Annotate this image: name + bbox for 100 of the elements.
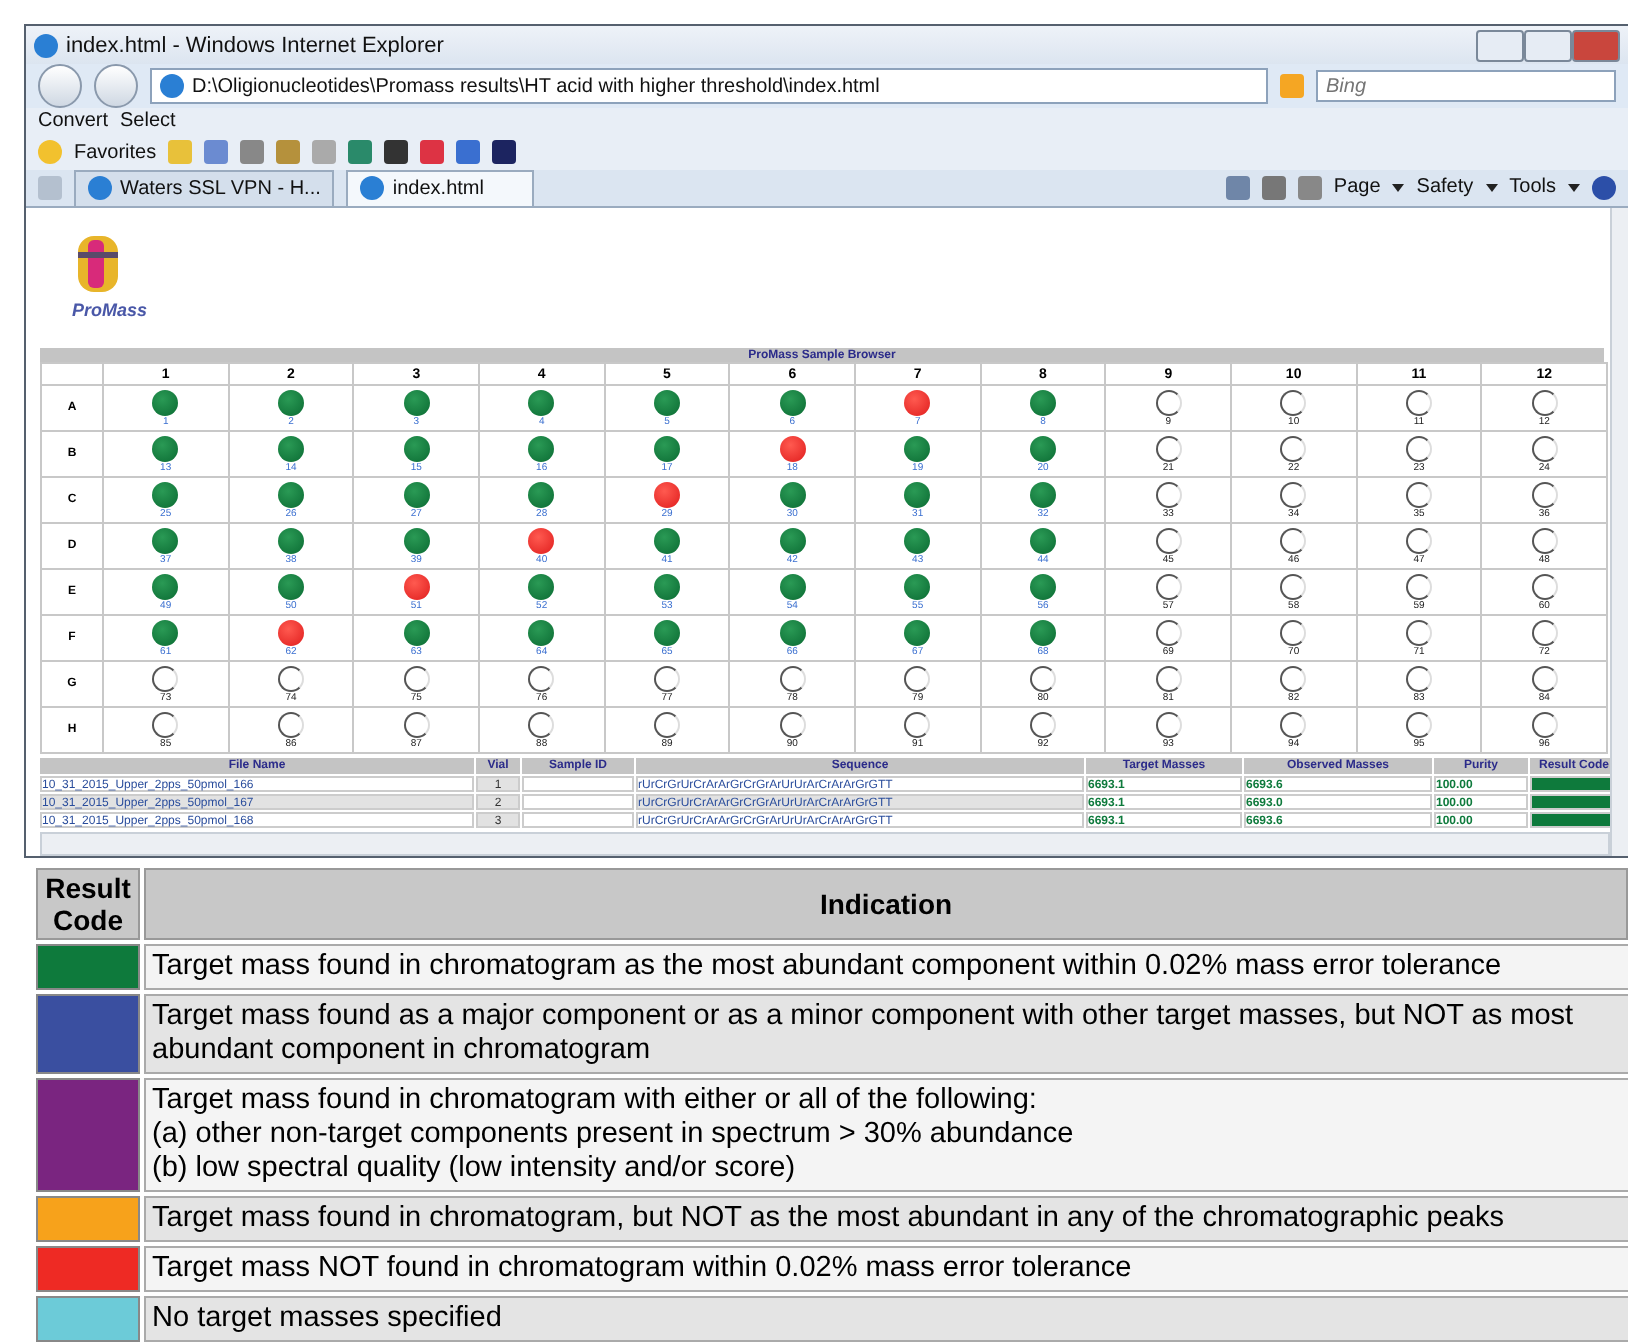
well-icon[interactable] bbox=[277, 389, 304, 415]
well-icon[interactable] bbox=[528, 527, 555, 553]
well-icon[interactable] bbox=[403, 711, 430, 737]
well-icon[interactable] bbox=[653, 665, 680, 691]
close-button[interactable] bbox=[1572, 29, 1620, 62]
well-icon[interactable] bbox=[653, 711, 680, 737]
well-icon[interactable] bbox=[152, 527, 179, 553]
browser-tab[interactable]: Waters SSL VPN - H... bbox=[74, 169, 335, 206]
well-icon[interactable] bbox=[1405, 711, 1432, 737]
well-icon[interactable] bbox=[152, 389, 179, 415]
vertical-scrollbar[interactable] bbox=[1610, 208, 1628, 856]
well-icon[interactable] bbox=[1531, 481, 1558, 507]
well-icon[interactable] bbox=[1405, 481, 1432, 507]
well-icon[interactable] bbox=[1029, 389, 1056, 415]
well-icon[interactable] bbox=[653, 435, 680, 461]
well-icon[interactable] bbox=[1029, 481, 1056, 507]
well-icon[interactable] bbox=[653, 619, 680, 645]
toolbar-menu[interactable]: Tools bbox=[1509, 176, 1556, 199]
well-icon[interactable] bbox=[1155, 435, 1182, 461]
well-icon[interactable] bbox=[1280, 527, 1307, 553]
well-icon[interactable] bbox=[1405, 435, 1432, 461]
well-icon[interactable] bbox=[528, 481, 555, 507]
toolbar-menu[interactable]: Safety bbox=[1416, 176, 1474, 199]
search-field[interactable]: Bing bbox=[1316, 70, 1616, 103]
well-icon[interactable] bbox=[152, 619, 179, 645]
well-icon[interactable] bbox=[1531, 527, 1558, 553]
well-icon[interactable] bbox=[904, 435, 931, 461]
horizontal-scrollbar[interactable] bbox=[40, 832, 1610, 856]
well-icon[interactable] bbox=[277, 665, 304, 691]
well-icon[interactable] bbox=[1280, 573, 1307, 599]
well-icon[interactable] bbox=[1280, 711, 1307, 737]
well-icon[interactable] bbox=[152, 435, 179, 461]
well-icon[interactable] bbox=[779, 573, 806, 599]
well-icon[interactable] bbox=[277, 481, 304, 507]
well-icon[interactable] bbox=[1531, 711, 1558, 737]
toolbar-icon[interactable] bbox=[384, 140, 409, 165]
well-icon[interactable] bbox=[152, 481, 179, 507]
well-icon[interactable] bbox=[1029, 435, 1056, 461]
well-icon[interactable] bbox=[779, 481, 806, 507]
well-icon[interactable] bbox=[1155, 527, 1182, 553]
well-icon[interactable] bbox=[1280, 481, 1307, 507]
well-icon[interactable] bbox=[1280, 619, 1307, 645]
well-icon[interactable] bbox=[653, 481, 680, 507]
well-icon[interactable] bbox=[653, 527, 680, 553]
well-icon[interactable] bbox=[1155, 711, 1182, 737]
well-icon[interactable] bbox=[1029, 527, 1056, 553]
well-icon[interactable] bbox=[528, 711, 555, 737]
well-icon[interactable] bbox=[277, 619, 304, 645]
well-icon[interactable] bbox=[528, 665, 555, 691]
well-icon[interactable] bbox=[152, 665, 179, 691]
caret-icon[interactable] bbox=[1485, 183, 1498, 192]
well-icon[interactable] bbox=[1531, 573, 1558, 599]
well-icon[interactable] bbox=[904, 527, 931, 553]
toolbar-icon[interactable] bbox=[492, 140, 517, 165]
well-icon[interactable] bbox=[904, 481, 931, 507]
well-icon[interactable] bbox=[528, 573, 555, 599]
well-icon[interactable] bbox=[1029, 573, 1056, 599]
well-icon[interactable] bbox=[779, 619, 806, 645]
well-icon[interactable] bbox=[403, 389, 430, 415]
browser-tab[interactable]: index.html bbox=[346, 169, 535, 206]
well-icon[interactable] bbox=[904, 665, 931, 691]
well-icon[interactable] bbox=[1029, 665, 1056, 691]
favorites-button[interactable]: Favorites bbox=[74, 141, 157, 164]
well-icon[interactable] bbox=[277, 527, 304, 553]
well-icon[interactable] bbox=[904, 573, 931, 599]
well-icon[interactable] bbox=[528, 389, 555, 415]
well-icon[interactable] bbox=[1531, 389, 1558, 415]
well-icon[interactable] bbox=[528, 619, 555, 645]
well-icon[interactable] bbox=[1155, 619, 1182, 645]
well-icon[interactable] bbox=[653, 573, 680, 599]
back-button[interactable] bbox=[38, 64, 82, 109]
forward-button[interactable] bbox=[94, 64, 138, 109]
well-icon[interactable] bbox=[1405, 573, 1432, 599]
toolbar-button[interactable]: Convert bbox=[38, 110, 109, 133]
well-icon[interactable] bbox=[1029, 711, 1056, 737]
well-icon[interactable] bbox=[779, 389, 806, 415]
well-icon[interactable] bbox=[1155, 665, 1182, 691]
well-icon[interactable] bbox=[779, 711, 806, 737]
well-icon[interactable] bbox=[528, 435, 555, 461]
well-icon[interactable] bbox=[403, 619, 430, 645]
well-icon[interactable] bbox=[1280, 435, 1307, 461]
well-icon[interactable] bbox=[403, 573, 430, 599]
well-icon[interactable] bbox=[1155, 481, 1182, 507]
caret-icon[interactable] bbox=[1568, 183, 1580, 192]
well-icon[interactable] bbox=[1531, 619, 1558, 645]
well-icon[interactable] bbox=[403, 527, 430, 553]
well-icon[interactable] bbox=[653, 389, 680, 415]
well-icon[interactable] bbox=[1405, 389, 1432, 415]
well-icon[interactable] bbox=[1155, 573, 1182, 599]
well-icon[interactable] bbox=[277, 435, 304, 461]
well-icon[interactable] bbox=[779, 435, 806, 461]
well-icon[interactable] bbox=[1280, 389, 1307, 415]
toolbar-menu[interactable]: Page bbox=[1333, 176, 1381, 199]
well-icon[interactable] bbox=[904, 389, 931, 415]
well-icon[interactable] bbox=[1405, 527, 1432, 553]
well-icon[interactable] bbox=[904, 711, 931, 737]
well-icon[interactable] bbox=[1531, 665, 1558, 691]
well-icon[interactable] bbox=[152, 573, 179, 599]
well-icon[interactable] bbox=[1155, 389, 1182, 415]
well-icon[interactable] bbox=[779, 527, 806, 553]
